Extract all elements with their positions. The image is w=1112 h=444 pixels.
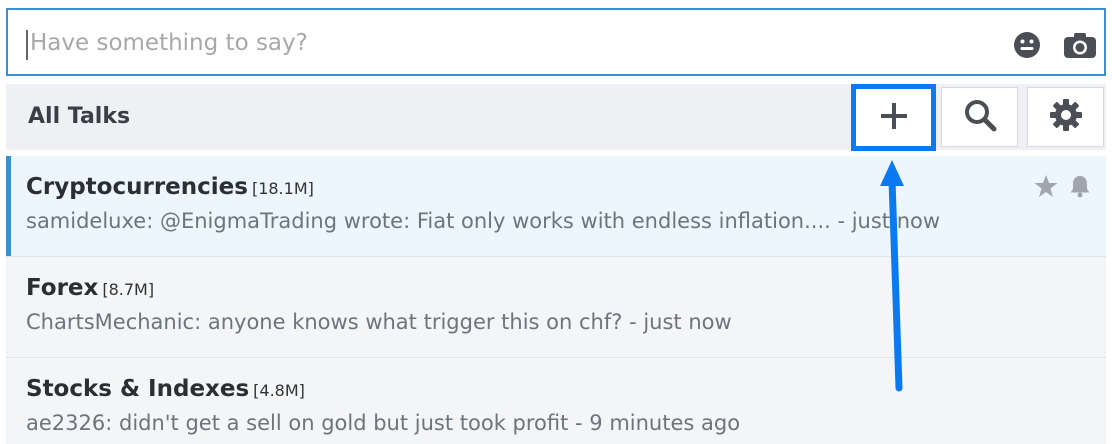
talk-count: [4.8M] xyxy=(253,381,305,400)
chat-panel: All Talks xyxy=(0,0,1112,444)
toolbar-title: All Talks xyxy=(28,104,131,129)
talks-list: Cryptocurrencies [18.1M] samideluxe: @Eni… xyxy=(6,156,1106,444)
talk-item-stocks-indexes[interactable]: Stocks & Indexes [4.8M] ae2326: didn't ge… xyxy=(6,358,1106,444)
plus-icon xyxy=(879,101,909,135)
talk-name: Forex [8.7M] xyxy=(26,275,154,301)
talks-toolbar: All Talks xyxy=(6,84,1106,151)
search-icon xyxy=(963,98,997,136)
talk-preview: ae2326: didn't get a sell on gold but ju… xyxy=(26,411,741,435)
talk-actions xyxy=(1034,174,1092,198)
talk-count: [18.1M] xyxy=(251,179,314,198)
camera-icon[interactable] xyxy=(1063,31,1096,59)
message-input[interactable] xyxy=(30,23,990,63)
text-caret xyxy=(26,30,28,60)
message-composer[interactable] xyxy=(6,8,1106,76)
talk-count: [8.7M] xyxy=(102,280,155,299)
emoji-icon[interactable] xyxy=(1012,31,1042,59)
talk-preview: samideluxe: @EnigmaTrading wrote: Fiat o… xyxy=(26,209,941,233)
talk-title: Cryptocurrencies xyxy=(26,174,248,200)
talk-name: Stocks & Indexes [4.8M] xyxy=(26,376,305,402)
gear-icon xyxy=(1049,98,1083,136)
talk-title: Forex xyxy=(26,275,99,301)
active-indicator xyxy=(6,156,11,256)
talk-item-cryptocurrencies[interactable]: Cryptocurrencies [18.1M] samideluxe: @Eni… xyxy=(6,156,1106,257)
search-button[interactable] xyxy=(941,87,1018,147)
talk-name: Cryptocurrencies [18.1M] xyxy=(26,174,314,200)
star-icon[interactable] xyxy=(1034,174,1058,198)
settings-button[interactable] xyxy=(1027,87,1104,147)
talk-title: Stocks & Indexes xyxy=(26,376,250,402)
talk-preview: ChartsMechanic: anyone knows what trigge… xyxy=(26,310,732,334)
talk-item-forex[interactable]: Forex [8.7M] ChartsMechanic: anyone knows… xyxy=(6,257,1106,358)
bell-icon[interactable] xyxy=(1068,174,1092,198)
add-talk-button[interactable] xyxy=(851,84,936,151)
